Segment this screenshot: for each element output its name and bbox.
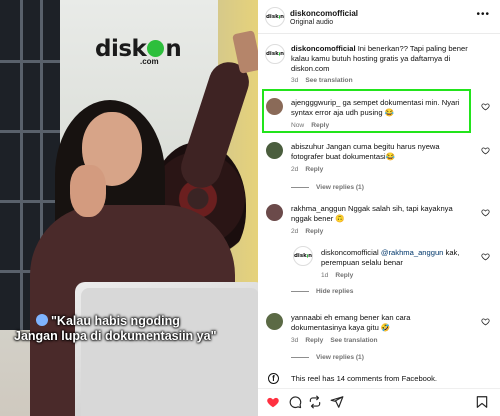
original-audio-link[interactable]: Original audio [290, 19, 333, 26]
comment-username[interactable]: abiszuhur [291, 142, 324, 151]
caption-username[interactable]: diskoncomofficial [291, 44, 356, 53]
facebook-icon: f [268, 373, 279, 384]
see-translation-link[interactable]: See translation [305, 77, 352, 84]
reply-button[interactable]: Reply [305, 228, 323, 235]
peace-sign-hand [70, 165, 106, 217]
logo-domain: .com [140, 57, 159, 66]
view-replies-button[interactable]: View replies (1) [291, 354, 364, 361]
like-comment-icon[interactable] [481, 252, 490, 261]
mention-link[interactable]: @rakhma_anggun [381, 248, 444, 257]
account-avatar[interactable]: disk n [265, 7, 285, 27]
reel-video[interactable]: disk n .com "Kalau habis ngoding Jangan l… [0, 0, 258, 416]
caption-line-2: Jangan lupa di dokumentasiin ya" [14, 329, 217, 343]
comment-time: 2d [291, 166, 299, 173]
commenter-avatar[interactable] [266, 98, 283, 115]
caption-avatar[interactable]: disk n [265, 44, 285, 64]
diskon-logo: disk n [95, 36, 182, 62]
like-heart-icon[interactable] [266, 395, 280, 409]
speech-icon [36, 314, 48, 326]
reply-time: 1d [321, 272, 329, 279]
comment-list[interactable]: disk n diskoncomofficial Ini benerkan?? T… [258, 35, 500, 380]
comment-username[interactable]: rakhma_anggun [291, 204, 346, 213]
view-replies-button[interactable]: View replies (1) [291, 184, 364, 191]
comment-time: Now [291, 122, 305, 129]
video-caption: "Kalau habis ngoding Jangan lupa di doku… [14, 314, 258, 344]
caption-line-1: "Kalau habis ngoding [51, 314, 180, 328]
like-comment-icon[interactable] [481, 208, 490, 217]
reply-avatar[interactable]: disk n [293, 246, 313, 266]
commenter-avatar[interactable] [266, 313, 283, 330]
comment-username[interactable]: ajengggwurip_ [291, 98, 340, 107]
reply-button[interactable]: Reply [305, 337, 323, 344]
logo-dot [147, 40, 165, 57]
comment-username[interactable]: yannaabi [291, 313, 322, 322]
more-options-icon[interactable]: ••• [476, 10, 490, 20]
reply-button[interactable]: Reply [335, 272, 353, 279]
laptop [75, 282, 258, 416]
hide-replies-button[interactable]: Hide replies [291, 288, 353, 295]
reply-button[interactable]: Reply [305, 166, 323, 173]
facebook-note-text: This reel has 14 comments from Facebook. [291, 374, 438, 383]
like-comment-icon[interactable] [481, 146, 490, 155]
post-header: disk n diskoncomofficial Original audio •… [258, 0, 500, 34]
account-username[interactable]: diskoncomofficial [290, 9, 358, 18]
comment-time: 3d [291, 337, 299, 344]
like-comment-icon[interactable] [481, 102, 490, 111]
repost-icon[interactable] [308, 395, 322, 409]
send-icon[interactable] [330, 395, 344, 409]
caption-time: 3d [291, 77, 299, 84]
comments-panel: disk n diskoncomofficial Original audio •… [258, 0, 500, 416]
like-comment-icon[interactable] [481, 317, 490, 326]
reply-button[interactable]: Reply [311, 122, 329, 129]
commenter-avatar[interactable] [266, 142, 283, 159]
comment-icon[interactable] [288, 395, 302, 409]
see-translation-link[interactable]: See translation [330, 337, 377, 344]
reply-username[interactable]: diskoncomofficial [321, 248, 379, 257]
bookmark-icon[interactable] [475, 395, 489, 409]
commenter-avatar[interactable] [266, 204, 283, 221]
comment-time: 2d [291, 228, 299, 235]
facebook-comments-note: f This reel has 14 comments from Faceboo… [258, 372, 500, 388]
action-bar [258, 388, 500, 416]
